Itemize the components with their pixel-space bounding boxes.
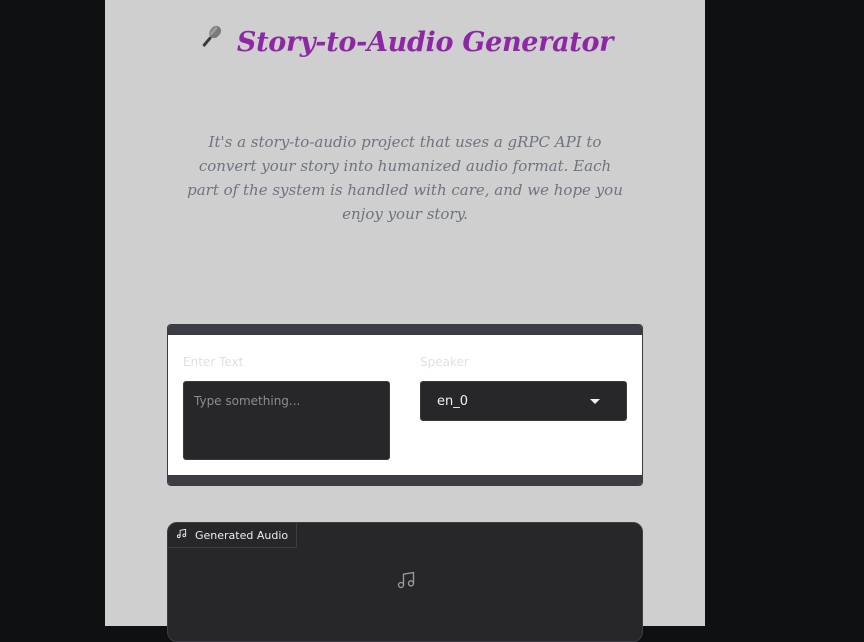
page-container: Story-to-Audio Generator It's a story-to…	[105, 0, 705, 642]
title-text: Story-to-Audio Generator	[236, 27, 614, 58]
microphone-icon	[197, 23, 225, 58]
chevron-down-icon	[590, 398, 600, 404]
form-bottom-bar	[168, 475, 642, 485]
story-text-input[interactable]	[183, 381, 390, 460]
project-description: It's a story-to-audio project that uses …	[187, 133, 623, 223]
speaker-dropdown[interactable]: en_0	[420, 381, 627, 421]
speaker-selected-value: en_0	[437, 393, 469, 409]
generated-audio-label-tab: Generated Audio	[168, 523, 298, 548]
form-top-bar	[168, 325, 642, 335]
generated-audio-label: Generated Audio	[195, 528, 289, 542]
generated-audio-panel: Generated Audio	[167, 522, 643, 642]
input-form-card: Enter Text Speaker en_0	[167, 324, 643, 486]
audio-placeholder-music-icon	[396, 570, 416, 594]
speaker-label: Speaker	[420, 355, 469, 369]
page-title: Story-to-Audio Generator	[105, 23, 705, 61]
music-note-icon	[176, 528, 187, 542]
enter-text-label: Enter Text	[183, 355, 244, 369]
